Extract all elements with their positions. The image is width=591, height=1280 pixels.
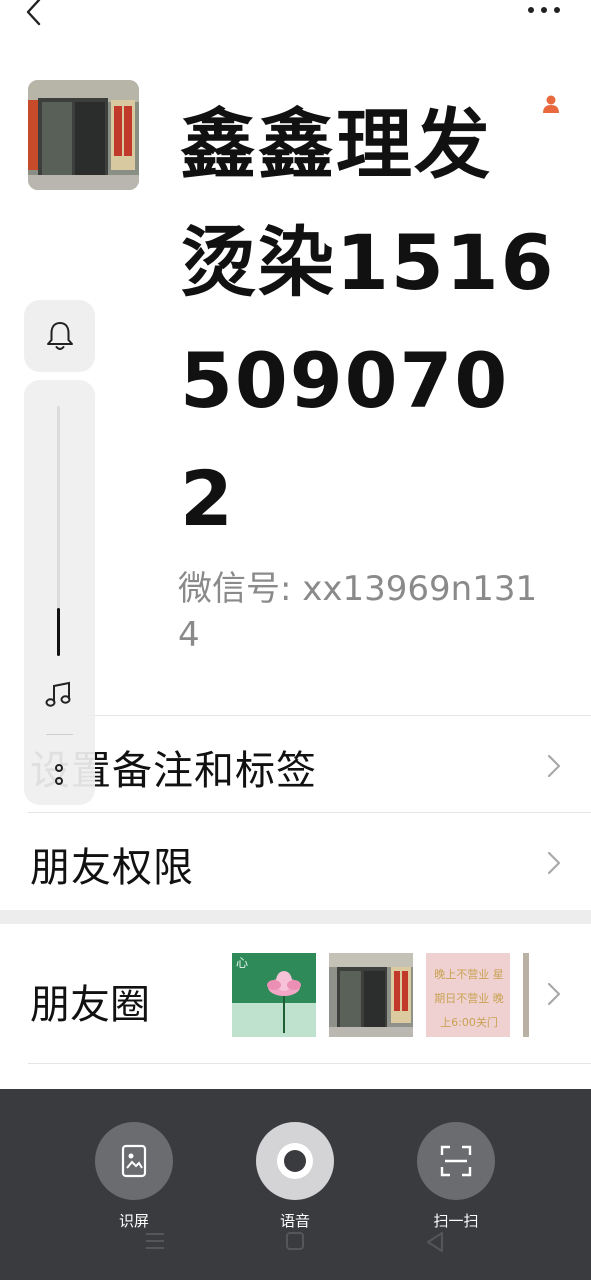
storefront-avatar-image <box>28 80 139 190</box>
tool-label: 语音 <box>279 1212 310 1230</box>
tool-circle <box>256 1122 334 1200</box>
chevron-right-icon <box>547 754 561 778</box>
moments-thumbnail-notice: 晚上不营业 星期日不营业 晚上6:00关门 <box>426 953 510 1037</box>
moments-thumbnail-partial <box>523 953 529 1037</box>
tool-label: 识屏 <box>118 1212 149 1230</box>
female-person-icon <box>543 95 559 113</box>
screen-recognition-icon <box>121 1144 147 1178</box>
tool-circle <box>95 1122 173 1200</box>
moments-thumbnail-storefront <box>329 953 413 1037</box>
home-icon[interactable] <box>285 1231 305 1251</box>
ringer-button[interactable] <box>24 300 95 372</box>
panel-divider <box>46 734 73 735</box>
chevron-right-icon <box>547 851 561 875</box>
friend-permission-row[interactable]: 朋友权限 <box>28 812 591 910</box>
tool-circle <box>417 1122 495 1200</box>
bell-icon <box>47 322 73 350</box>
moments-thumbnail-lotus: 心 <box>232 953 316 1037</box>
scan-icon <box>440 1145 472 1177</box>
moments-row[interactable]: 朋友圈 心 晚上不营业 星期日不营业 晚上6:00关门 <box>28 924 591 1064</box>
back-triangle-icon[interactable] <box>425 1231 445 1253</box>
tool-label: 扫一扫 <box>433 1212 479 1230</box>
contact-name: 鑫鑫理发烫染15165090702 <box>180 100 556 543</box>
vertical-dots-icon[interactable] <box>51 762 67 788</box>
notice-text: 晚上不营业 星期日不营业 晚上6:00关门 <box>434 968 504 1029</box>
wechat-id: 微信号: xx13969n1314 <box>178 569 538 655</box>
section-divider <box>0 910 591 924</box>
bottom-tool-panel: 识屏 语音 扫一扫 <box>0 1089 591 1280</box>
chevron-right-icon <box>547 982 561 1006</box>
chevron-left-icon[interactable] <box>22 0 46 30</box>
moments-label: 朋友圈 <box>30 982 150 1028</box>
screen-recognition-button[interactable]: 识屏 <box>94 1122 174 1231</box>
thumbnail-text: 心 <box>236 956 248 970</box>
top-bar <box>0 0 591 40</box>
more-horizontal-icon[interactable] <box>527 2 561 18</box>
music-note-icon <box>45 681 71 707</box>
voice-record-icon <box>277 1143 313 1179</box>
permission-label: 朋友权限 <box>30 845 194 891</box>
remark-and-tags-row[interactable]: 设置备注和标签 <box>28 715 591 813</box>
volume-level <box>57 608 60 656</box>
scan-button[interactable]: 扫一扫 <box>416 1122 496 1231</box>
menu-icon[interactable] <box>144 1231 166 1251</box>
voice-button[interactable]: 语音 <box>255 1122 335 1231</box>
avatar[interactable] <box>28 80 139 190</box>
volume-slider[interactable] <box>24 380 95 805</box>
